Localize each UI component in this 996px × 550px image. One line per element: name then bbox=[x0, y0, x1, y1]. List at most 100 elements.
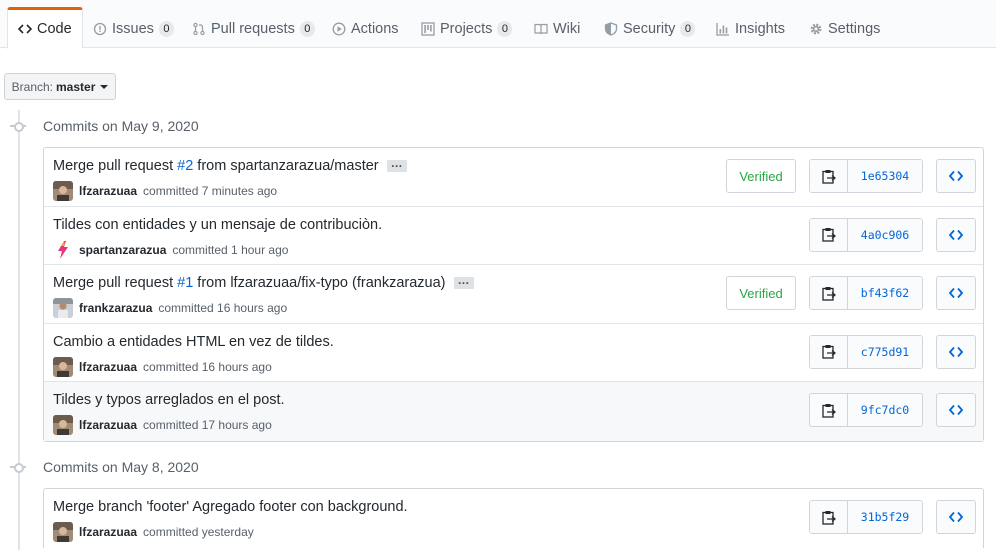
commit-message-text: Tildes con entidades y un mensaje de con… bbox=[53, 216, 383, 233]
sha-button-group: 9fc7dc0 bbox=[809, 393, 923, 427]
copy-sha-button[interactable] bbox=[810, 277, 848, 309]
git-pull-request-icon bbox=[193, 22, 205, 36]
author-link[interactable]: frankzarazua bbox=[79, 301, 152, 315]
tab-projects[interactable]: Projects 0 bbox=[412, 9, 521, 49]
clippy-icon bbox=[821, 403, 836, 418]
repo-nav-tabs: Code Issues 0 Pull requests 0 Actions Pr… bbox=[0, 0, 996, 49]
commit-message[interactable]: Tildes y typos arreglados en el post. bbox=[53, 392, 285, 408]
verified-badge[interactable]: Verified bbox=[726, 276, 796, 310]
tab-actions[interactable]: Actions bbox=[323, 9, 408, 49]
browse-repo-button[interactable] bbox=[936, 334, 976, 369]
expand-message-button[interactable]: … bbox=[386, 157, 407, 173]
commit-sha-link[interactable]: 9fc7dc0 bbox=[848, 394, 922, 426]
commit-message[interactable]: Merge pull request #2 from spartanzarazu… bbox=[53, 157, 407, 174]
author-link[interactable]: lfzarazuaa bbox=[79, 184, 137, 198]
browse-repo-button[interactable] bbox=[936, 217, 976, 252]
browse-repo-button[interactable] bbox=[936, 159, 976, 193]
tab-label: Pull requests bbox=[211, 21, 295, 37]
commit-row: Tildes y typos arreglados en el post. lf… bbox=[44, 382, 983, 441]
commit-list: Merge pull request #2 from spartanzarazu… bbox=[43, 147, 984, 442]
clippy-icon bbox=[821, 510, 836, 525]
avatar[interactable] bbox=[53, 522, 73, 542]
commit-meta: lfzarazuaa committed yesterday bbox=[53, 522, 254, 542]
copy-sha-button[interactable] bbox=[810, 335, 848, 368]
author-link[interactable]: lfzarazuaa bbox=[79, 360, 137, 374]
commit-row: Merge pull request #1 from lfzarazuaa/fi… bbox=[44, 265, 983, 324]
tab-code[interactable]: Code bbox=[7, 7, 83, 49]
avatar[interactable] bbox=[53, 239, 73, 260]
commit-time: committed 17 hours ago bbox=[143, 418, 272, 432]
sha-button-group: c775d91 bbox=[809, 334, 923, 369]
issue-link[interactable]: #1 bbox=[177, 275, 193, 291]
tab-pull-requests[interactable]: Pull requests 0 bbox=[183, 9, 324, 49]
code-icon bbox=[18, 24, 32, 34]
tab-issues[interactable]: Issues 0 bbox=[84, 9, 183, 49]
tab-wiki[interactable]: Wiki bbox=[525, 9, 589, 49]
tab-label: Projects bbox=[440, 21, 493, 37]
commit-group-header: Commits on May 9, 2020 bbox=[10, 116, 199, 136]
avatar[interactable] bbox=[53, 298, 73, 318]
code-icon bbox=[949, 511, 963, 523]
commit-sha-link[interactable]: 31b5f29 bbox=[848, 501, 922, 533]
tab-settings[interactable]: Settings bbox=[800, 9, 889, 49]
copy-sha-button[interactable] bbox=[810, 501, 848, 533]
author-link[interactable]: lfzarazuaa bbox=[79, 418, 137, 432]
tab-insights[interactable]: Insights bbox=[707, 9, 794, 49]
commit-list: Merge branch 'footer' Agregado footer co… bbox=[43, 488, 984, 548]
commit-sha-link[interactable]: 4a0c906 bbox=[848, 218, 922, 251]
sha-button-group: bf43f62 bbox=[809, 276, 923, 310]
commit-sha-link[interactable]: 1e65304 bbox=[848, 160, 922, 192]
sha-button-group: 1e65304 bbox=[809, 159, 923, 193]
commit-message-text: Merge pull request bbox=[53, 275, 178, 291]
code-icon bbox=[949, 287, 963, 299]
avatar[interactable] bbox=[53, 415, 73, 435]
timeline-line bbox=[18, 110, 20, 550]
shield-icon bbox=[604, 22, 618, 36]
commit-message-text: Merge branch 'footer' Agregado footer co… bbox=[53, 499, 408, 515]
commit-sha-link[interactable]: c775d91 bbox=[848, 335, 922, 368]
commit-message[interactable]: Merge branch 'footer' Agregado footer co… bbox=[53, 499, 408, 515]
branch-name: master bbox=[56, 79, 96, 94]
copy-sha-button[interactable] bbox=[810, 218, 848, 251]
issue-link[interactable]: #2 bbox=[177, 158, 193, 174]
issues-counter: 0 bbox=[158, 21, 174, 37]
sha-button-group: 31b5f29 bbox=[809, 500, 923, 534]
expand-message-button[interactable]: … bbox=[453, 274, 474, 290]
tab-label: Settings bbox=[828, 21, 881, 37]
gear-icon bbox=[810, 23, 822, 35]
commit-row: Tildes con entidades y un mensaje de con… bbox=[44, 207, 983, 265]
clippy-icon bbox=[821, 169, 836, 184]
commit-meta: frankzarazua committed 16 hours ago bbox=[53, 298, 287, 318]
avatar[interactable] bbox=[53, 181, 73, 201]
commit-time: committed 1 hour ago bbox=[172, 242, 289, 257]
browse-repo-button[interactable] bbox=[936, 500, 976, 534]
avatar[interactable] bbox=[53, 356, 73, 377]
verified-badge[interactable]: Verified bbox=[726, 159, 796, 193]
commit-row: Cambio a entidades HTML en vez de tildes… bbox=[44, 324, 983, 382]
git-commit-icon bbox=[10, 118, 26, 134]
pull-requests-counter: 0 bbox=[299, 21, 315, 37]
copy-sha-button[interactable] bbox=[810, 394, 848, 426]
clippy-icon bbox=[821, 345, 836, 359]
commit-meta: lfzarazuaa committed 7 minutes ago bbox=[53, 181, 277, 201]
browse-repo-button[interactable] bbox=[936, 276, 976, 310]
tab-security[interactable]: Security 0 bbox=[595, 9, 704, 49]
commit-sha-link[interactable]: bf43f62 bbox=[848, 277, 922, 309]
commit-row: Merge pull request #2 from spartanzarazu… bbox=[44, 148, 983, 207]
author-link[interactable]: spartanzarazua bbox=[79, 243, 166, 257]
tab-label: Code bbox=[37, 21, 72, 37]
copy-sha-button[interactable] bbox=[810, 160, 848, 192]
code-icon bbox=[949, 346, 963, 357]
commit-row: Merge branch 'footer' Agregado footer co… bbox=[44, 489, 983, 548]
commit-message[interactable]: Merge pull request #1 from lfzarazuaa/fi… bbox=[53, 274, 474, 291]
commit-message[interactable]: Cambio a entidades HTML en vez de tildes… bbox=[53, 334, 334, 350]
code-icon bbox=[949, 229, 963, 240]
commit-time: committed 16 hours ago bbox=[143, 359, 272, 374]
commit-meta: spartanzarazua committed 1 hour ago bbox=[53, 239, 289, 260]
branch-select-button[interactable]: Branch: master bbox=[4, 73, 116, 100]
commit-time: committed yesterday bbox=[143, 525, 254, 539]
security-counter: 0 bbox=[680, 21, 696, 37]
author-link[interactable]: lfzarazuaa bbox=[79, 525, 137, 539]
browse-repo-button[interactable] bbox=[936, 393, 976, 427]
commit-message[interactable]: Tildes con entidades y un mensaje de con… bbox=[53, 217, 382, 233]
